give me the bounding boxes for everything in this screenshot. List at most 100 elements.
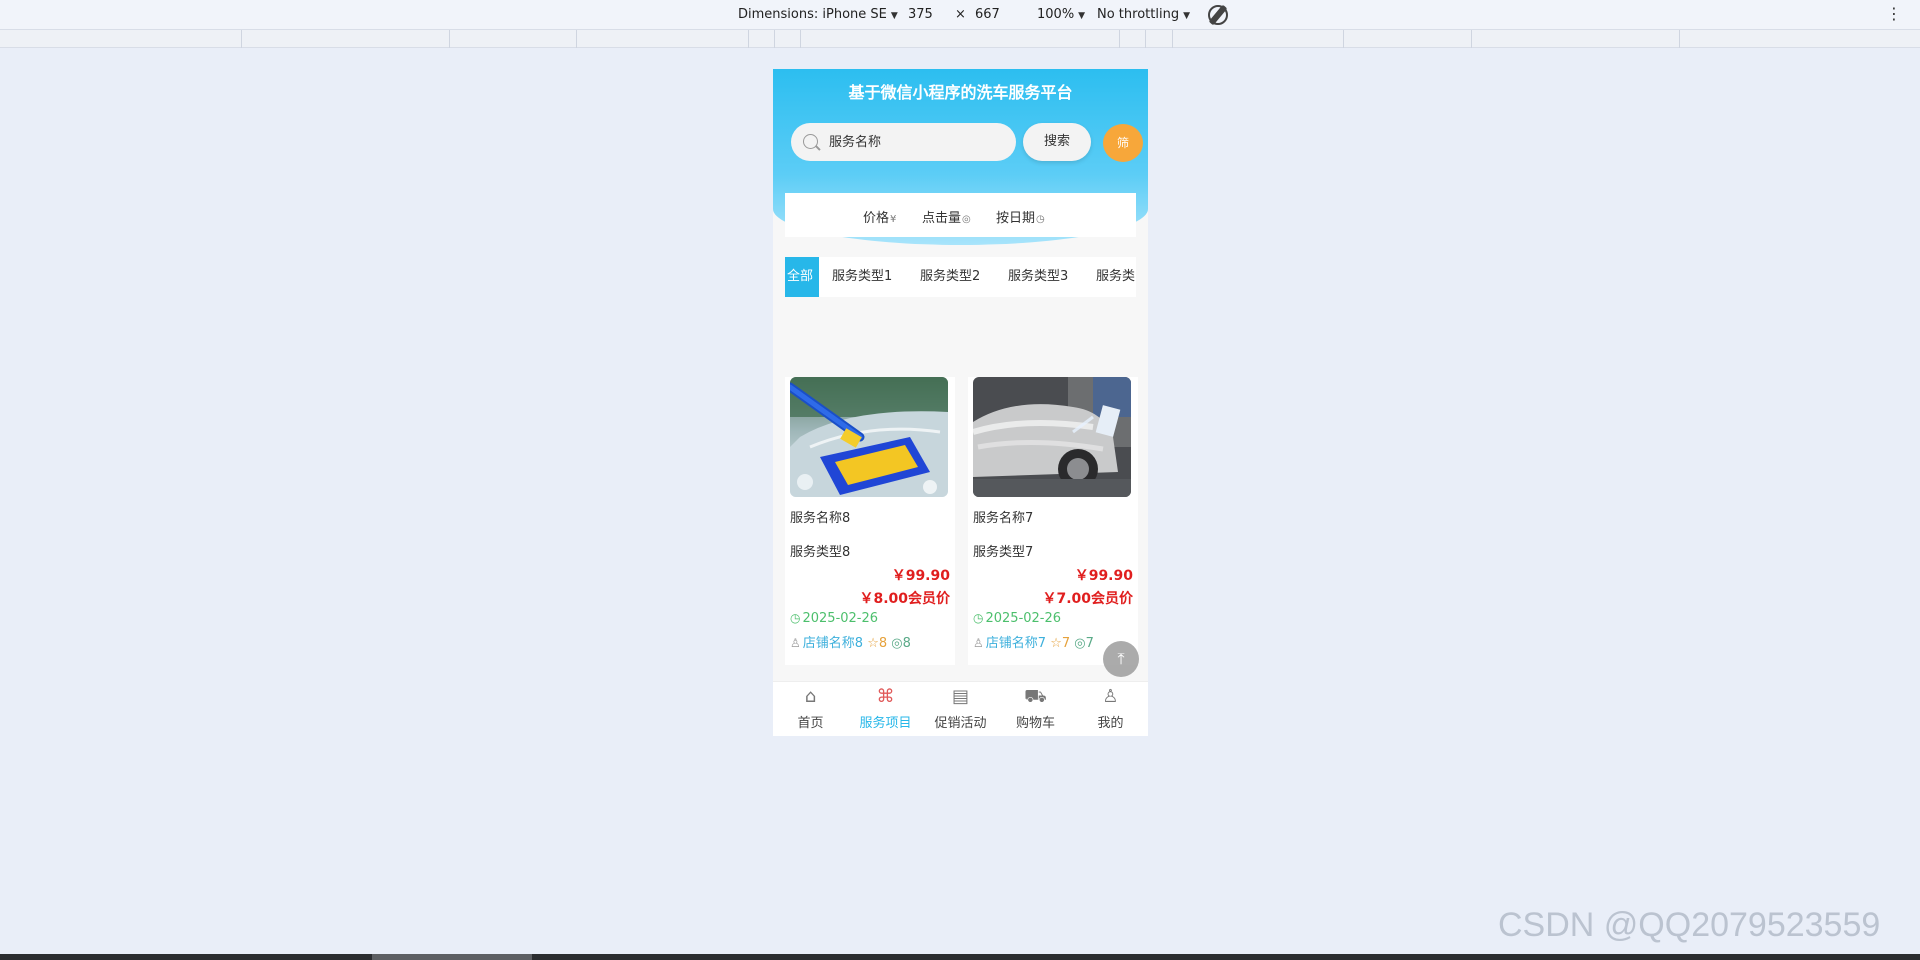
device-dimensions-select[interactable]: Dimensions: iPhone SE ▼ xyxy=(738,7,898,22)
star-icon: ☆ xyxy=(1050,636,1062,651)
devtools-toolbar: Dimensions: iPhone SE ▼ 375 × 667 100% ▼ N… xyxy=(0,0,1920,30)
view-count: 7 xyxy=(1085,636,1094,651)
chevron-down-icon: ▼ xyxy=(1078,11,1086,21)
sort-date[interactable]: 按日期◷ xyxy=(996,207,1045,226)
category-item[interactable]: 服务类型3 xyxy=(1002,257,1074,297)
zoom-label: 100% xyxy=(1037,7,1075,22)
bottom-tab-bar: ⌂ 首页 ⌘ 服务项目 ▤ 促销活动 ⛟ 购物车 ♙ 我的 xyxy=(773,681,1148,736)
user-icon: ♙ xyxy=(790,636,801,650)
user-icon: ♙ xyxy=(973,636,984,650)
sort-date-label: 按日期 xyxy=(996,211,1036,226)
device-dimensions-label: Dimensions: iPhone SE xyxy=(738,7,887,22)
ruler-divider xyxy=(241,30,242,48)
devtools-media-ruler xyxy=(0,30,1920,48)
product-date: ◷ 2025-02-26 xyxy=(973,611,1061,626)
rotate-icon[interactable] xyxy=(1208,5,1228,25)
category-all[interactable]: 全部 xyxy=(785,257,820,297)
shop-name[interactable]: 店铺名称8 xyxy=(803,636,863,651)
device-height-input[interactable]: 667 xyxy=(975,7,1000,22)
star-icon: ☆ xyxy=(867,636,879,651)
home-icon: ⌂ xyxy=(804,686,817,707)
ruler-divider xyxy=(1119,30,1120,48)
tab-label: 我的 xyxy=(1097,716,1124,731)
device-width-input[interactable]: 375 xyxy=(908,7,933,22)
zoom-select[interactable]: 100% ▼ xyxy=(1037,7,1085,22)
view-count: 8 xyxy=(902,636,911,651)
ruler-divider xyxy=(449,30,450,48)
eye-icon: ◎ xyxy=(962,214,971,225)
tab-home[interactable]: ⌂ 首页 xyxy=(773,682,848,736)
tab-label: 首页 xyxy=(797,716,824,731)
sort-clicks[interactable]: 点击量◎ xyxy=(922,207,971,226)
watermark: CSDN @QQ2079523559 xyxy=(1498,906,1881,944)
page-title: 基于微信小程序的洗车服务平台 xyxy=(848,83,1073,102)
product-vip-price: ￥8.00会员价 xyxy=(859,591,950,607)
arrow-up-icon: ⤒ xyxy=(1117,649,1125,668)
product-image-foam-car-wash xyxy=(973,377,1131,497)
throttling-select[interactable]: No throttling ▼ xyxy=(1097,7,1190,22)
sort-price[interactable]: 价格¥ xyxy=(863,207,896,226)
tab-label: 服务项目 xyxy=(859,716,912,731)
product-type: 服务类型7 xyxy=(973,545,1034,560)
product-name: 服务名称8 xyxy=(790,511,851,526)
user-icon: ♙ xyxy=(1102,686,1119,707)
eye-icon: ◎ xyxy=(1074,636,1086,651)
search-icon xyxy=(803,134,818,149)
product-meta: ♙ 店铺名称8 ☆8 ◎8 xyxy=(790,632,911,651)
tab-cart[interactable]: ⛟ 购物车 xyxy=(998,682,1073,736)
sort-price-label: 价格 xyxy=(863,211,890,226)
filter-button[interactable]: 筛 xyxy=(1103,124,1143,162)
product-price: ￥99.90 xyxy=(891,568,950,584)
sort-clicks-label: 点击量 xyxy=(922,211,962,226)
ruler-divider xyxy=(1145,30,1146,48)
chevron-down-icon: ▼ xyxy=(890,11,898,21)
clover-icon: ⌘ xyxy=(876,686,895,707)
sort-bar: 价格¥ 点击量◎ 按日期◷ xyxy=(785,193,1136,237)
search-input[interactable] xyxy=(829,123,1009,161)
product-date-text: 2025-02-26 xyxy=(985,611,1062,626)
phone-viewport: 基于微信小程序的洗车服务平台 搜索 筛 价格¥ 点击量◎ 按日期◷ 全部 服务类… xyxy=(773,69,1148,736)
ruler-divider xyxy=(1471,30,1472,48)
ruler-divider xyxy=(1679,30,1680,48)
tab-label: 购物车 xyxy=(1015,716,1055,731)
category-item[interactable]: 服务类型2 xyxy=(914,257,986,297)
clock-icon: ◷ xyxy=(1036,214,1045,225)
yen-icon: ¥ xyxy=(890,214,897,225)
ruler-divider xyxy=(800,30,801,48)
shop-name[interactable]: 店铺名称7 xyxy=(986,636,1046,651)
product-meta: ♙ 店铺名称7 ☆7 ◎7 xyxy=(973,632,1094,651)
throttling-label: No throttling xyxy=(1097,7,1180,22)
tab-services[interactable]: ⌘ 服务项目 xyxy=(848,682,923,736)
category-tabs: 全部 服务类型1 服务类型2 服务类型3 服务类 xyxy=(785,257,1136,297)
category-item[interactable]: 服务类 xyxy=(1090,257,1136,297)
tab-promotions[interactable]: ▤ 促销活动 xyxy=(923,682,998,736)
product-type: 服务类型8 xyxy=(790,545,851,560)
ruler-divider xyxy=(576,30,577,48)
ruler-divider xyxy=(1172,30,1173,48)
search-button[interactable]: 搜索 xyxy=(1023,123,1091,161)
tab-label: 促销活动 xyxy=(934,716,987,731)
star-count: 7 xyxy=(1061,636,1071,651)
calendar-icon: ▤ xyxy=(951,686,969,707)
product-date: ◷ 2025-02-26 xyxy=(790,611,878,626)
ruler-divider xyxy=(774,30,775,48)
product-vip-price: ￥7.00会员价 xyxy=(1042,591,1133,607)
taskbar-strip xyxy=(0,954,1920,960)
product-image-car-wash-brush xyxy=(790,377,948,497)
chevron-down-icon: ▼ xyxy=(1183,11,1190,21)
cart-icon: ⛟ xyxy=(1024,686,1047,707)
product-name: 服务名称7 xyxy=(973,511,1034,526)
product-card[interactable]: 服务名称7 服务类型7 ￥99.90 ￥7.00会员价 ◷ 2025-02-26 … xyxy=(968,377,1138,665)
more-vert-icon[interactable]: ⋮ xyxy=(1886,6,1902,22)
ruler-divider xyxy=(1343,30,1344,48)
eye-icon: ◎ xyxy=(891,636,903,651)
dimension-times: × xyxy=(955,7,966,22)
tab-mine[interactable]: ♙ 我的 xyxy=(1073,682,1148,736)
search-box xyxy=(791,123,1016,161)
product-card[interactable]: 服务名称8 服务类型8 ￥99.90 ￥8.00会员价 ◷ 2025-02-26 … xyxy=(785,377,955,665)
category-item[interactable]: 服务类型1 xyxy=(826,257,898,297)
clock-icon: ◷ xyxy=(973,611,984,625)
back-to-top-button[interactable]: ⤒ xyxy=(1103,641,1139,677)
taskbar-active-item xyxy=(372,954,532,960)
ruler-divider xyxy=(748,30,749,48)
